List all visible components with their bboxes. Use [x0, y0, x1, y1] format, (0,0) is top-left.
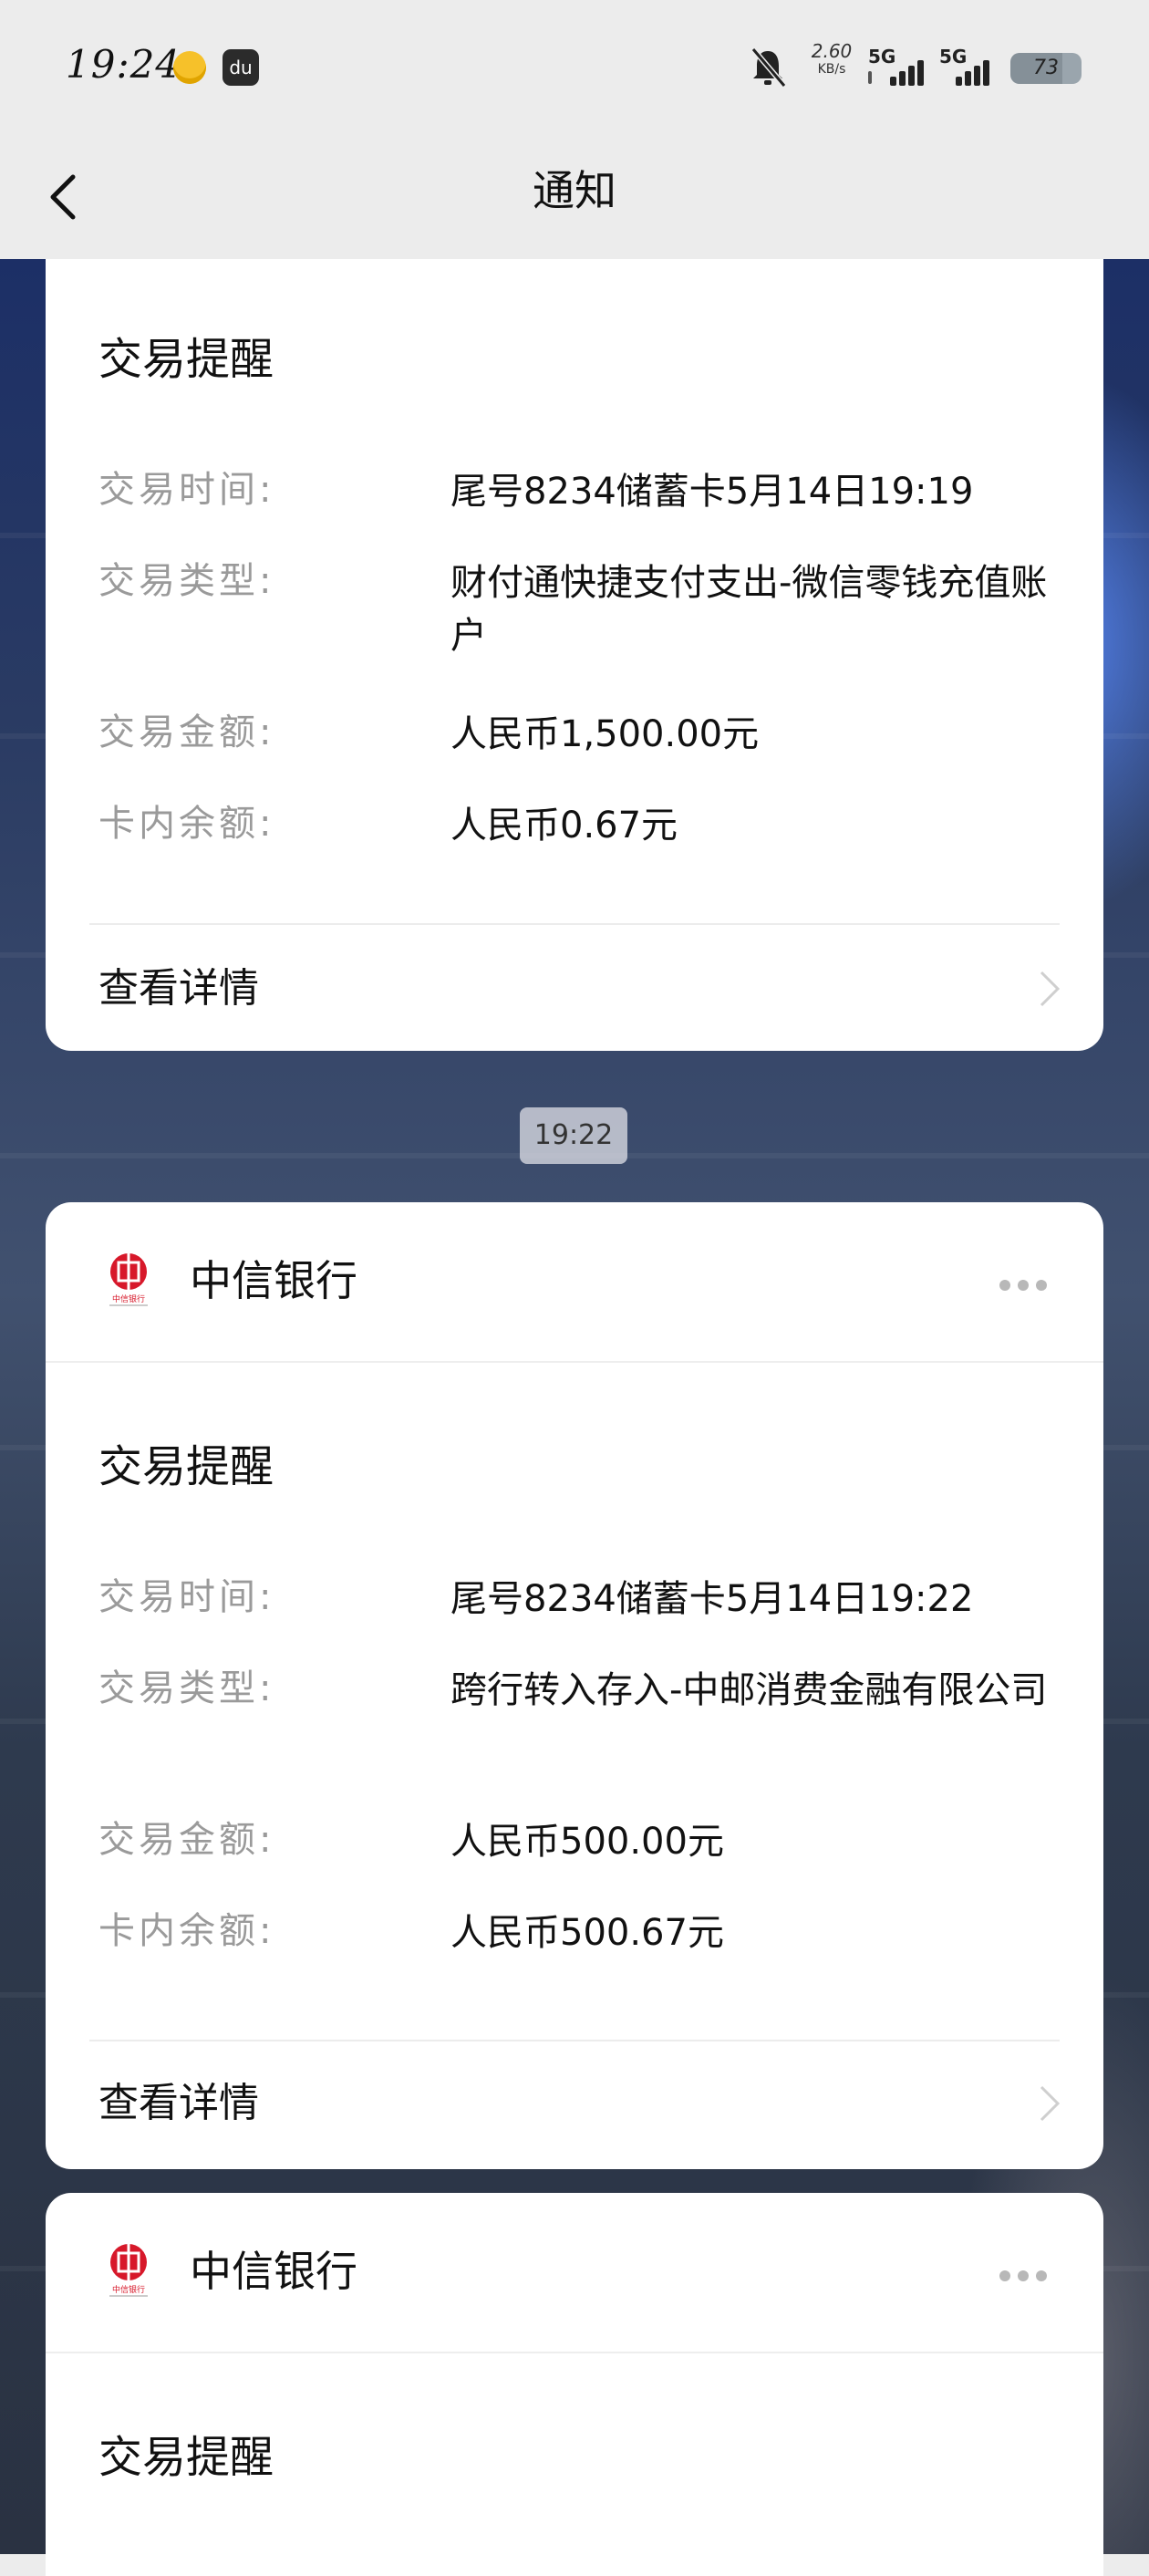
view-details-link[interactable]: 查看详情 [98, 961, 259, 1016]
row-value: 财付通快捷支付支出-微信零钱充值账户 [450, 562, 1048, 657]
sim2-label: 5G [939, 46, 968, 68]
row-key: 交易类型: [98, 560, 275, 602]
nav-bar: 通知 [0, 137, 1149, 259]
battery-icon: 73 [1010, 53, 1082, 84]
sim1-label: 5G [868, 46, 896, 68]
notification-card: 交易提醒 交易时间: 尾号8234储蓄卡5月14日19:19 交易类型: 财付通… [46, 259, 1103, 1051]
row-value: 尾号8234储蓄卡5月14日19:19 [450, 471, 974, 513]
battery-level: 73 [1033, 57, 1059, 79]
more-options-icon[interactable] [999, 2268, 1054, 2281]
du-app-icon: du [223, 49, 259, 86]
row-key: 卡内余额: [98, 803, 275, 845]
more-options-icon[interactable] [999, 1277, 1054, 1291]
chevron-right-icon[interactable] [1038, 2083, 1061, 2124]
page-title: 通知 [533, 166, 616, 215]
svg-text:中信银行: 中信银行 [112, 2284, 145, 2295]
card-header[interactable]: 中信银行 中信银行 [46, 1202, 1103, 1363]
notification-card: 中信银行 中信银行 交易提醒 交易时间: 尾号8234储蓄卡5月14日19:22… [46, 1202, 1103, 2169]
notification-card: 中信银行 中信银行 交易提醒 [46, 2193, 1103, 2576]
sim1-signal-icon: 5G [868, 46, 936, 89]
bank-name: 中信银行 [190, 1256, 357, 1305]
message-time-chip: 19:22 [520, 1107, 627, 1164]
row-value: 人民币1,500.00元 [450, 713, 760, 755]
network-speed-unit: KB/s [817, 62, 846, 77]
divider [89, 923, 1060, 925]
row-value: 尾号8234储蓄卡5月14日19:22 [450, 1578, 974, 1620]
bank-name: 中信银行 [190, 2247, 357, 2296]
notice-title: 交易提醒 [98, 334, 274, 385]
row-key: 交易类型: [98, 1667, 275, 1709]
chevron-right-icon[interactable] [1038, 969, 1061, 1009]
bell-muted-icon [750, 47, 787, 88]
citic-bank-logo: 中信银行 [109, 1253, 148, 1306]
card-header[interactable]: 中信银行 中信银行 [46, 2193, 1103, 2353]
network-speed-value: 2.60 [811, 40, 853, 62]
svg-text:中信银行: 中信银行 [112, 1293, 145, 1304]
row-key: 交易金额: [98, 712, 275, 753]
status-bar: 19:24 du 2.60 KB/s 5G 5G 73 [0, 0, 1149, 137]
row-value: 跨行转入存入-中邮消费金融有限公司 [450, 1669, 1048, 1711]
row-key: 交易时间: [98, 469, 275, 511]
row-value: 人民币500.00元 [450, 1821, 724, 1863]
status-time: 19:24 [66, 42, 181, 87]
network-speed: 2.60 KB/s [806, 40, 857, 77]
row-key: 交易时间: [98, 1576, 275, 1618]
row-key: 卡内余额: [98, 1910, 275, 1952]
emoji-app-icon [173, 51, 206, 84]
sim2-signal-icon: 5G [939, 46, 1007, 89]
row-key: 交易金额: [98, 1819, 275, 1861]
row-value: 人民币0.67元 [450, 805, 678, 847]
divider [89, 2040, 1060, 2041]
notice-title: 交易提醒 [98, 2432, 274, 2483]
citic-bank-logo: 中信银行 [109, 2244, 148, 2297]
notice-title: 交易提醒 [98, 1441, 274, 1492]
row-value: 人民币500.67元 [450, 1912, 724, 1954]
view-details-link[interactable]: 查看详情 [98, 2076, 259, 2131]
